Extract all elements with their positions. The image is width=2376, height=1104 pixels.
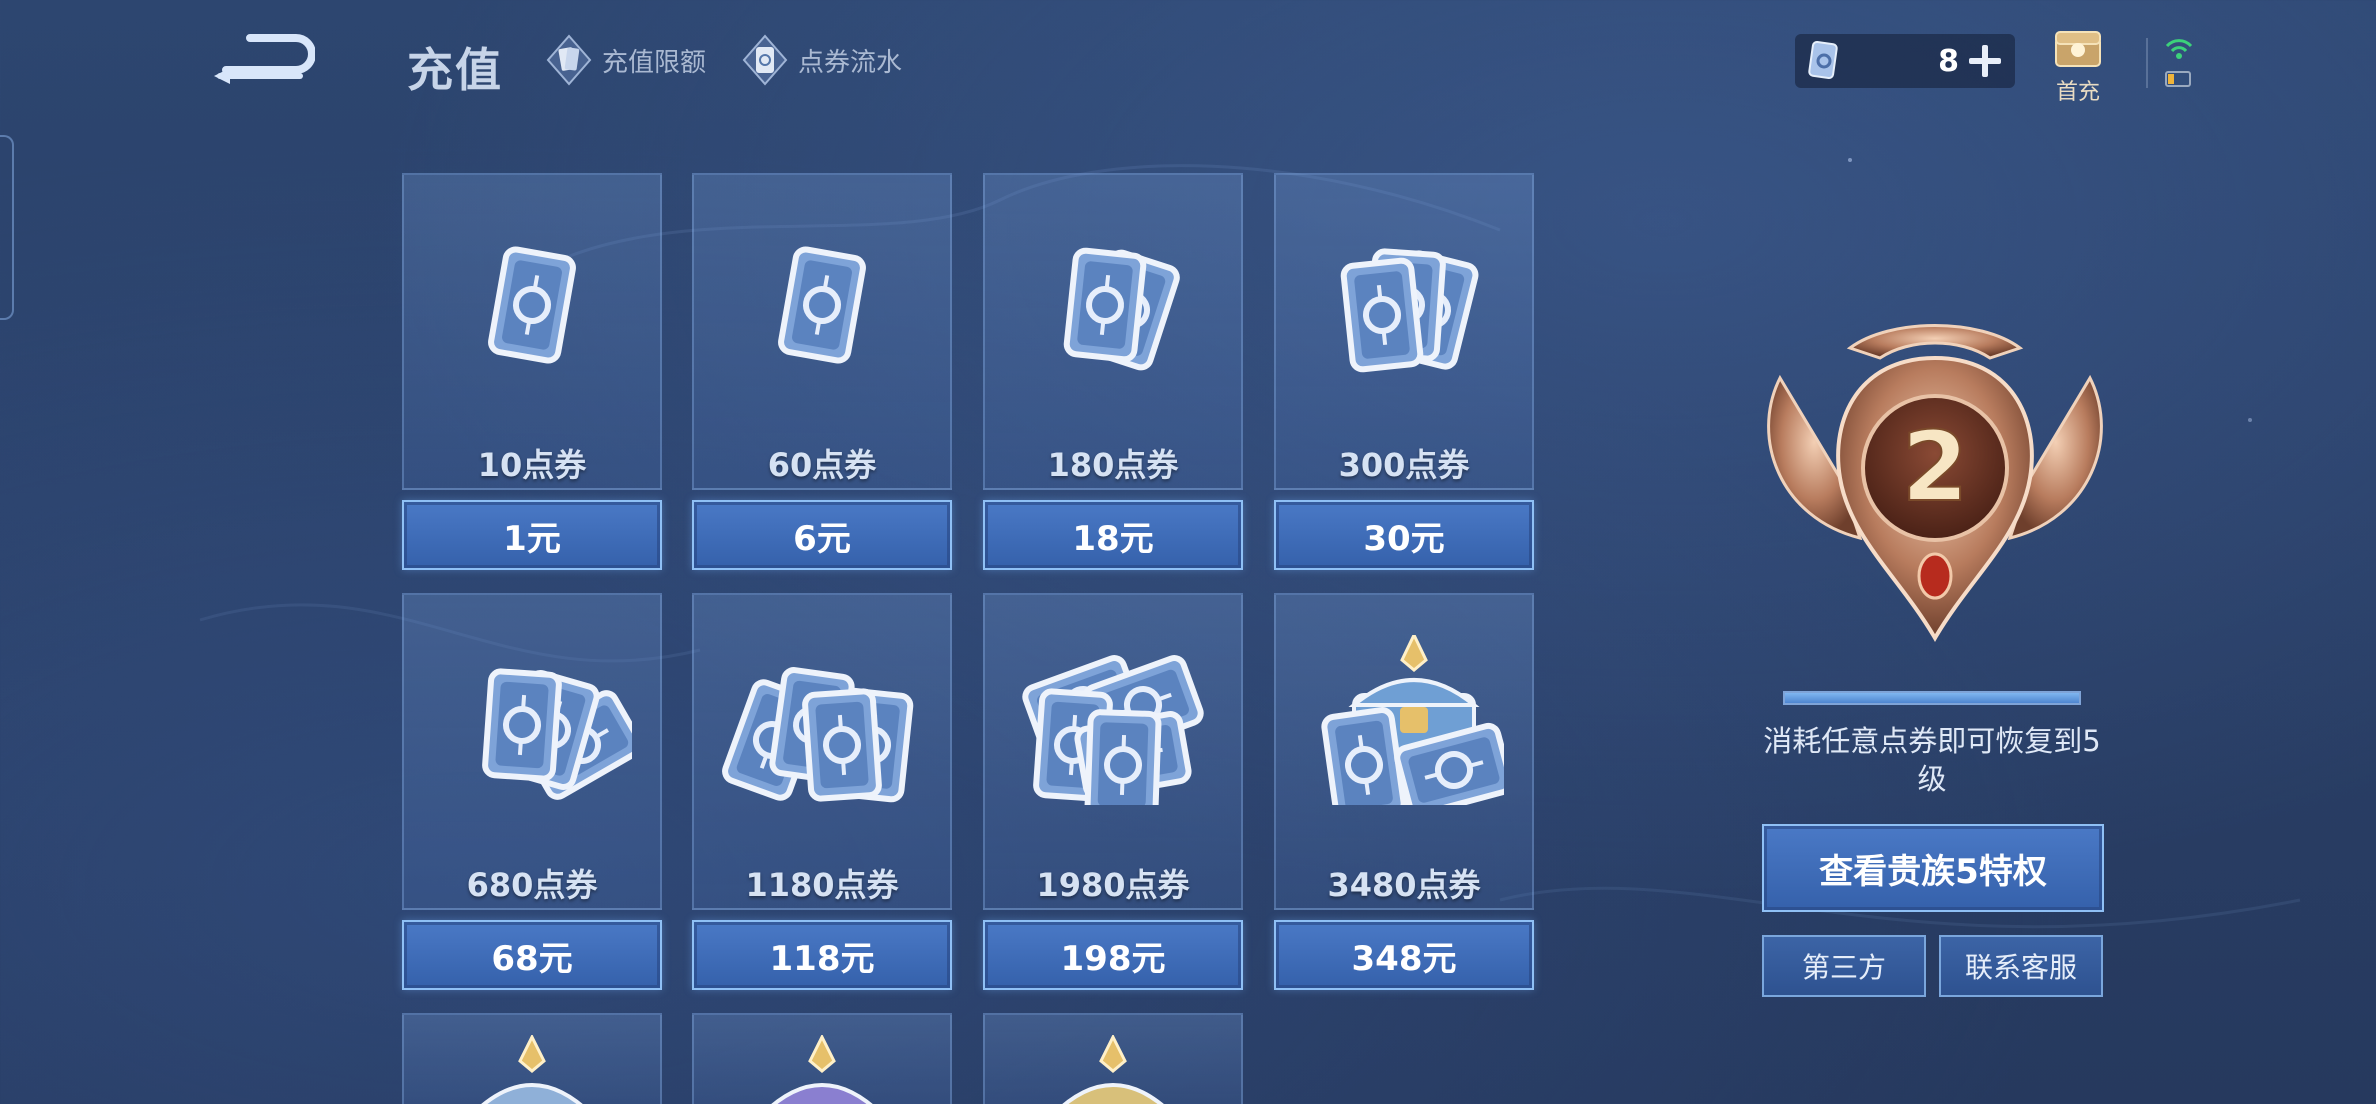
side-drawer-handle[interactable] (0, 135, 14, 320)
package-card[interactable]: 680点券 68元 (402, 593, 662, 990)
coupon-icon (1808, 41, 1838, 79)
noble-rank-badge: 2 (1767, 324, 2103, 642)
noble-progress-fill (1785, 693, 2079, 703)
package-points: 300点券 (1338, 446, 1470, 484)
coupon-spread-icon (722, 667, 914, 803)
coupon-single-icon (778, 246, 866, 364)
package-card[interactable]: 10点券 1元 (402, 173, 662, 570)
package-card[interactable]: 60点券 6元 (692, 173, 952, 570)
recharge-limit-link[interactable]: 充值限额 (546, 34, 706, 86)
package-tile[interactable] (402, 1013, 662, 1104)
package-points: 680点券 (466, 866, 598, 904)
coupon-pair-icon (1063, 247, 1180, 371)
package-card[interactable]: 1180点券 118元 (692, 593, 952, 990)
page-title: 充值 (407, 43, 503, 97)
back-arrow-icon[interactable] (210, 28, 315, 88)
package-points: 10点券 (477, 446, 587, 484)
package-tile[interactable]: 10点券 (402, 173, 662, 490)
package-card[interactable] (692, 1013, 952, 1104)
package-price-button[interactable]: 6元 (692, 500, 952, 570)
gold-chest-icon (1062, 1035, 1164, 1104)
package-card[interactable]: 300点券 30元 (1274, 173, 1534, 570)
package-card[interactable]: 1980点券 198元 (983, 593, 1243, 990)
gift-chest-icon (2055, 31, 2101, 67)
coupon-single-icon (488, 246, 576, 364)
add-balance-button[interactable] (1967, 43, 2003, 79)
balance-amount: 8 (1938, 43, 1959, 79)
package-tile[interactable]: 180点券 (983, 173, 1243, 490)
package-price-button[interactable]: 198元 (983, 920, 1243, 990)
package-price-button[interactable]: 68元 (402, 920, 662, 990)
wifi-battery-icon (2165, 39, 2193, 87)
silver-chest-icon (481, 1035, 583, 1104)
contact-support-button[interactable]: 联系客服 (1939, 935, 2103, 997)
package-points: 60点券 (767, 446, 877, 484)
noble-progress-bar (1783, 691, 2081, 705)
package-points: 3480点券 (1327, 866, 1481, 904)
card-diamond-icon (546, 34, 592, 86)
purple-chest-icon (771, 1035, 873, 1104)
package-tile[interactable]: 1180点券 (692, 593, 952, 910)
package-price-button[interactable]: 348元 (1274, 920, 1534, 990)
package-points: 180点券 (1047, 446, 1179, 484)
coupon-diamond-icon (742, 34, 788, 86)
first-charge-label: 首充 (2055, 80, 2100, 105)
package-tile[interactable] (692, 1013, 952, 1104)
package-card[interactable]: 3480点券 348元 (1274, 593, 1534, 990)
package-card[interactable]: 180点券 18元 (983, 173, 1243, 570)
package-tile[interactable]: 680点券 (402, 593, 662, 910)
first-charge-button[interactable]: 首充 (2048, 26, 2108, 106)
coupon-flow-label: 点券流水 (798, 47, 903, 78)
package-card[interactable] (402, 1013, 662, 1104)
package-tile[interactable]: 3480点券 (1274, 593, 1534, 910)
coupon-flow-link[interactable]: 点券流水 (742, 34, 902, 86)
header-divider (2146, 38, 2148, 88)
third-party-button[interactable]: 第三方 (1762, 935, 1926, 997)
package-tile[interactable] (983, 1013, 1243, 1104)
noble-level-number: 2 (1902, 411, 1969, 523)
coupon-fan-icon (482, 668, 632, 800)
package-price-button[interactable]: 1元 (402, 500, 662, 570)
package-price-button[interactable]: 18元 (983, 500, 1243, 570)
package-points: 1980点券 (1036, 866, 1190, 904)
treasure-chest-icon (1321, 635, 1504, 805)
coupon-triple-icon (1340, 248, 1479, 373)
package-card[interactable] (983, 1013, 1243, 1104)
package-tile[interactable]: 60点券 (692, 173, 952, 490)
package-tile[interactable]: 300点券 (1274, 173, 1534, 490)
package-tile[interactable]: 1980点券 (983, 593, 1243, 910)
package-price-button[interactable]: 118元 (692, 920, 952, 990)
package-points: 1180点券 (745, 866, 899, 904)
restore-hint: 消耗任意点券即可恢复到5级 (1763, 724, 2101, 796)
coupon-balance: 8 (1795, 34, 2015, 88)
view-noble-privileges-button[interactable]: 查看贵族5特权 (1762, 824, 2104, 912)
package-price-button[interactable]: 30元 (1274, 500, 1534, 570)
recharge-limit-label: 充值限额 (602, 47, 707, 78)
coupon-pile-icon (1022, 655, 1204, 805)
